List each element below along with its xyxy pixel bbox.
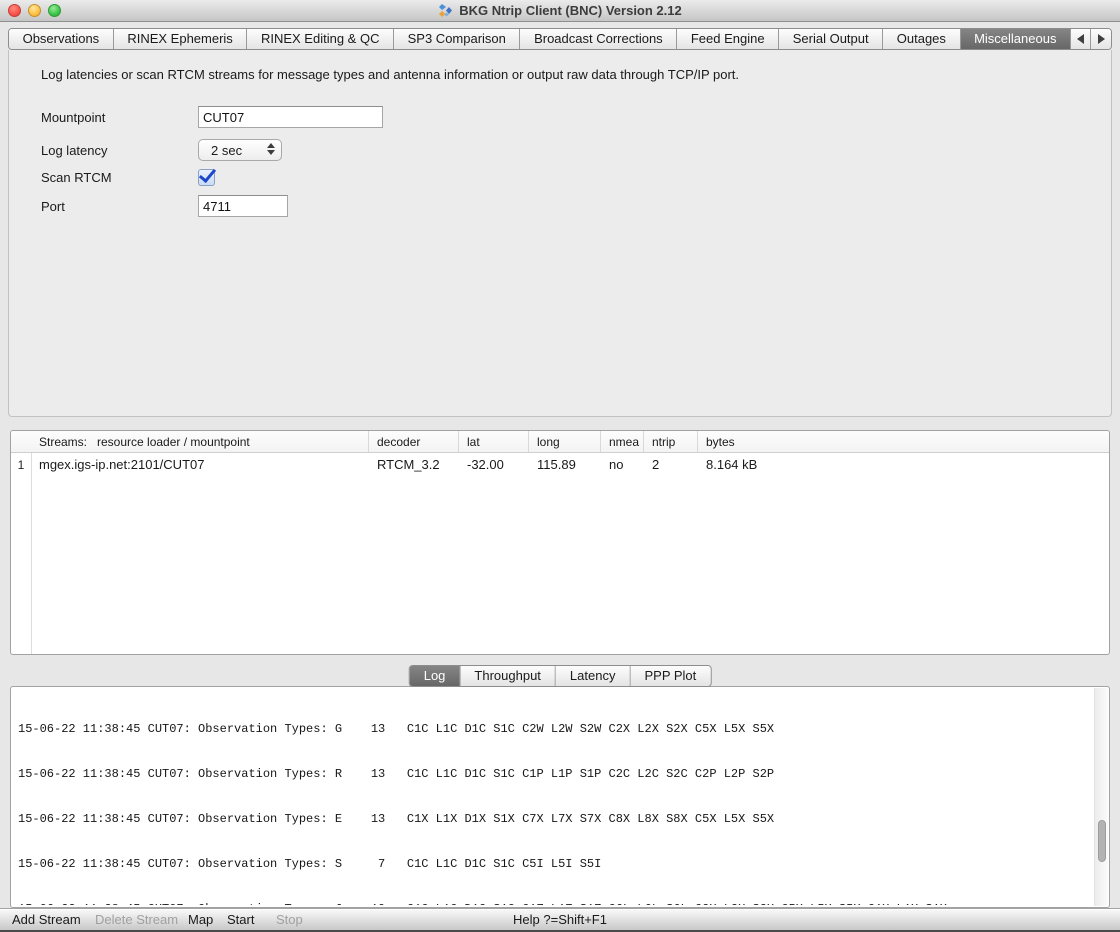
- table-row[interactable]: 1 mgex.igs-ip.net:2101/CUT07 RTCM_3.2 -3…: [11, 453, 1109, 476]
- map-button[interactable]: Map: [188, 912, 213, 927]
- cell-long: 115.89: [529, 457, 601, 472]
- tab-log[interactable]: Log: [410, 666, 461, 686]
- streams-table-body: 1 mgex.igs-ip.net:2101/CUT07 RTCM_3.2 -3…: [11, 453, 1109, 654]
- column-header-long[interactable]: long: [529, 431, 601, 452]
- log-line: 15-06-22 11:38:45 CUT07: Observation Typ…: [18, 722, 1091, 737]
- zoom-button[interactable]: [48, 4, 61, 17]
- column-header-lat[interactable]: lat: [459, 431, 529, 452]
- chevron-right-icon: [1098, 34, 1105, 44]
- miscellaneous-panel: Log latencies or scan RTCM streams for m…: [8, 50, 1112, 417]
- tab-serial-output[interactable]: Serial Output: [779, 29, 883, 49]
- cell-ntrip: 2: [644, 457, 698, 472]
- panel-description: Log latencies or scan RTCM streams for m…: [41, 67, 739, 82]
- bnc-window: { "window": { "title": "BKG Ntrip Client…: [0, 0, 1120, 932]
- add-stream-button[interactable]: Add Stream: [12, 912, 81, 927]
- tab-miscellaneous[interactable]: Miscellaneous: [961, 29, 1072, 49]
- minimize-button[interactable]: [28, 4, 41, 17]
- row-number-separator: [31, 453, 32, 654]
- streams-table: Streams: resource loader / mountpoint de…: [10, 430, 1110, 655]
- mountpoint-input[interactable]: [198, 106, 383, 128]
- column-header-nmea[interactable]: nmea: [601, 431, 644, 452]
- delete-stream-button[interactable]: Delete Stream: [95, 912, 178, 927]
- column-header-mountpoint[interactable]: Streams: resource loader / mountpoint: [11, 431, 369, 452]
- tab-scroll-right-button[interactable]: [1091, 29, 1111, 49]
- tab-observations[interactable]: Observations: [9, 29, 114, 49]
- cell-decoder: RTCM_3.2: [369, 457, 459, 472]
- log-line: 15-06-22 11:38:45 CUT07: Observation Typ…: [18, 812, 1091, 827]
- window-titlebar: BKG Ntrip Client (BNC) Version 2.12: [0, 0, 1120, 22]
- statusbar: Add Stream Delete Stream Map Start Stop …: [0, 908, 1120, 930]
- scan-rtcm-checkbox[interactable]: [198, 169, 215, 186]
- log-pane: 15-06-22 11:38:45 CUT07: Observation Typ…: [10, 686, 1110, 908]
- log-latency-select[interactable]: 2 sec: [198, 139, 282, 161]
- port-label: Port: [41, 199, 198, 214]
- row-number: 1: [11, 458, 31, 472]
- tab-sp3-comparison[interactable]: SP3 Comparison: [394, 29, 520, 49]
- tab-rinex-editing-qc[interactable]: RINEX Editing & QC: [247, 29, 394, 49]
- column-header-decoder[interactable]: decoder: [369, 431, 459, 452]
- tab-rinex-ephemeris[interactable]: RINEX Ephemeris: [114, 29, 248, 49]
- output-tabbar: Log Throughput Latency PPP Plot: [409, 665, 712, 687]
- tab-feed-engine[interactable]: Feed Engine: [677, 29, 779, 49]
- chevron-left-icon: [1077, 34, 1084, 44]
- tab-latency[interactable]: Latency: [556, 666, 631, 686]
- window-title: BKG Ntrip Client (BNC) Version 2.12: [459, 3, 681, 18]
- cell-lat: -32.00: [459, 457, 529, 472]
- main-tabbar: Observations RINEX Ephemeris RINEX Editi…: [8, 28, 1112, 50]
- scan-rtcm-label: Scan RTCM: [41, 170, 198, 185]
- log-latency-value: 2 sec: [211, 143, 242, 158]
- log-line: 15-06-22 11:38:45 CUT07: Observation Typ…: [18, 902, 1091, 905]
- stop-button[interactable]: Stop: [276, 912, 303, 927]
- close-button[interactable]: [8, 4, 21, 17]
- tab-broadcast-corrections[interactable]: Broadcast Corrections: [520, 29, 677, 49]
- log-latency-label: Log latency: [41, 143, 198, 158]
- column-header-ntrip[interactable]: ntrip: [644, 431, 698, 452]
- tab-ppp-plot[interactable]: PPP Plot: [630, 666, 710, 686]
- log-line: 15-06-22 11:38:45 CUT07: Observation Typ…: [18, 767, 1091, 782]
- tab-scroll-left-button[interactable]: [1071, 29, 1091, 49]
- window-title-area: BKG Ntrip Client (BNC) Version 2.12: [438, 3, 681, 18]
- cell-bytes: 8.164 kB: [698, 457, 1109, 472]
- help-shortcut-text: Help ?=Shift+F1: [513, 912, 607, 927]
- tab-outages[interactable]: Outages: [883, 29, 960, 49]
- cell-mountpoint: mgex.igs-ip.net:2101/CUT07: [31, 457, 369, 472]
- app-icon: [438, 3, 453, 18]
- start-button[interactable]: Start: [227, 912, 254, 927]
- log-scrollbar-thumb[interactable]: [1098, 820, 1106, 862]
- log-line: 15-06-22 11:38:45 CUT07: Observation Typ…: [18, 857, 1091, 872]
- tab-throughput[interactable]: Throughput: [460, 666, 556, 686]
- mountpoint-label: Mountpoint: [41, 110, 198, 125]
- stepper-arrows-icon: [267, 143, 275, 155]
- streams-table-header: Streams: resource loader / mountpoint de…: [11, 431, 1109, 453]
- log-output: 15-06-22 11:38:45 CUT07: Observation Typ…: [18, 692, 1091, 905]
- column-header-bytes[interactable]: bytes: [698, 431, 1109, 452]
- port-input[interactable]: [198, 195, 288, 217]
- cell-nmea: no: [601, 457, 644, 472]
- log-scrollbar-track[interactable]: [1094, 688, 1108, 906]
